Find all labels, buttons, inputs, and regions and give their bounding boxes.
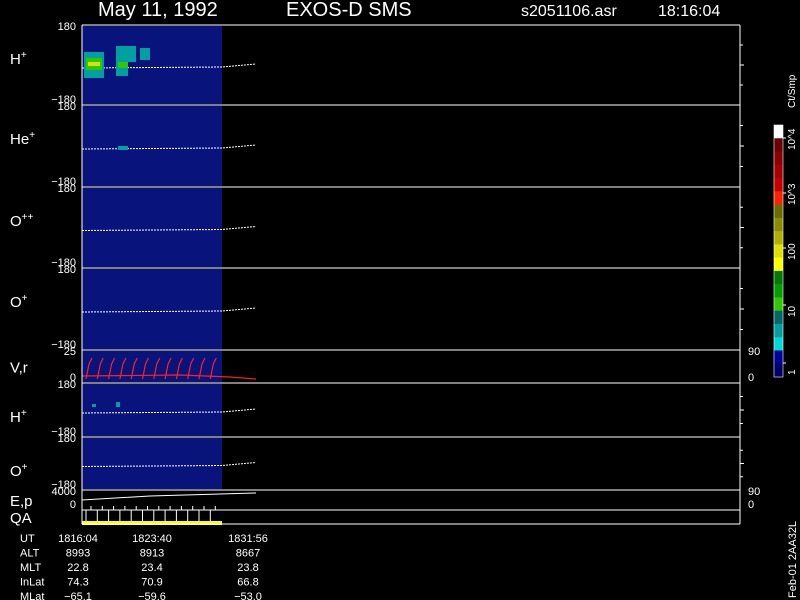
ytick-top: 180 [58, 183, 76, 195]
spectrogram-fill [82, 269, 222, 349]
colorbar-swatch [774, 350, 783, 365]
panel-label: V,r [10, 360, 28, 377]
ephemeris-value: 70.9 [141, 577, 162, 589]
header-instrument: EXOS-D SMS [286, 0, 412, 21]
ephemeris-value: 22.8 [67, 562, 88, 574]
colorbar-swatch [774, 178, 783, 192]
colorbar-swatch [774, 125, 783, 139]
spectrogram-fill [82, 438, 222, 489]
right-tick-bottom: 0 [748, 372, 754, 384]
side-label: Feb-01 2AA32L [787, 521, 799, 598]
colorbar-tick-label: 10^4 [787, 128, 798, 150]
ephemeris-value: −59.6 [138, 591, 166, 600]
ephemeris-value: 66.8 [237, 577, 258, 589]
colorbar-swatch [774, 244, 783, 259]
colorbar-swatch [774, 191, 783, 206]
spectrogram-fill [82, 106, 222, 186]
colorbar-swatch [774, 217, 783, 232]
ephemeris-value: 1816:04 [58, 533, 98, 545]
right-tick-top: 90 [748, 346, 760, 358]
colorbar-swatch [774, 284, 783, 298]
ephemeris-value: 74.3 [67, 577, 88, 589]
ytick-top: 180 [58, 433, 76, 445]
ephemeris-value: 23.4 [141, 562, 162, 574]
ytick-top: 180 [58, 264, 76, 276]
ytick-bottom: 0 [70, 499, 76, 511]
right-tick-top: 90 [748, 486, 760, 498]
ephemeris-value: −53.0 [234, 591, 262, 600]
count-cell [116, 402, 120, 407]
panel-label-superscript: + [22, 462, 28, 473]
ytick-top: 180 [58, 101, 76, 113]
ephemeris-label: MLT [20, 562, 41, 574]
ephemeris-value: −65.1 [64, 591, 92, 600]
panel-label-superscript: ++ [22, 212, 34, 223]
colorbar-tick-label: 10^3 [787, 183, 798, 205]
ytick-top: 25 [64, 346, 76, 358]
ephemeris-value: 8913 [140, 548, 164, 560]
colorbar-swatch [774, 310, 783, 325]
count-cell [116, 46, 128, 76]
colorbar-swatch [774, 363, 783, 378]
colorbar-swatch [774, 164, 783, 179]
colorbar-tick-label: 1 [787, 369, 798, 375]
panel-label: E,p [10, 493, 33, 510]
colorbar-swatch [774, 138, 783, 153]
count-cell [92, 404, 96, 407]
colorbar-swatch [774, 297, 783, 312]
ephemeris-value: 8667 [236, 548, 260, 560]
count-cell [118, 146, 128, 150]
ephemeris-label: ALT [20, 548, 40, 560]
ephemeris-value: 23.8 [237, 562, 258, 574]
ytick-top: 4000 [52, 486, 76, 498]
colorbar-swatch [774, 270, 783, 285]
ytick-top: 180 [58, 21, 76, 33]
panel-label-superscript: + [29, 130, 35, 141]
ephemeris-label: UT [20, 533, 35, 545]
colorbar-tick-label: 10 [787, 305, 798, 317]
spectrogram-fill [82, 384, 222, 436]
count-cell [140, 48, 150, 60]
ephemeris-label: MLat [20, 591, 44, 600]
panel-label: QA [10, 510, 32, 527]
count-cell [88, 62, 100, 66]
ephemeris-value: 1831:56 [228, 533, 268, 545]
colorbar-swatch [774, 231, 783, 245]
header-date: May 11, 1992 [98, 0, 218, 21]
right-tick-bottom: 0 [748, 499, 754, 511]
colorbar-unit: Ct/Smp [787, 74, 798, 108]
count-cell [118, 62, 128, 68]
header-file: s2051106.asr [521, 3, 617, 20]
colorbar-swatch [774, 337, 783, 351]
colorbar-tick-label: 100 [787, 243, 798, 260]
colorbar-swatch [774, 204, 783, 219]
spectrogram-fill [82, 188, 222, 267]
panel-label-superscript: + [21, 408, 27, 419]
colorbar-swatch [774, 151, 783, 166]
ephemeris-label: InLat [20, 577, 44, 589]
ephemeris-value: 1823:40 [132, 533, 172, 545]
sms-summary-plot: May 11, 1992 EXOS-D SMS s2051106.asr 18:… [0, 0, 800, 600]
ytick-top: 180 [58, 379, 76, 391]
colorbar-swatch [774, 323, 783, 338]
panel-label-superscript: + [22, 293, 28, 304]
panel-label-superscript: + [21, 50, 27, 61]
colorbar-swatch [774, 257, 783, 272]
count-cell [128, 46, 136, 62]
header-time: 18:16:04 [658, 3, 720, 20]
ephemeris-value: 8993 [66, 548, 90, 560]
